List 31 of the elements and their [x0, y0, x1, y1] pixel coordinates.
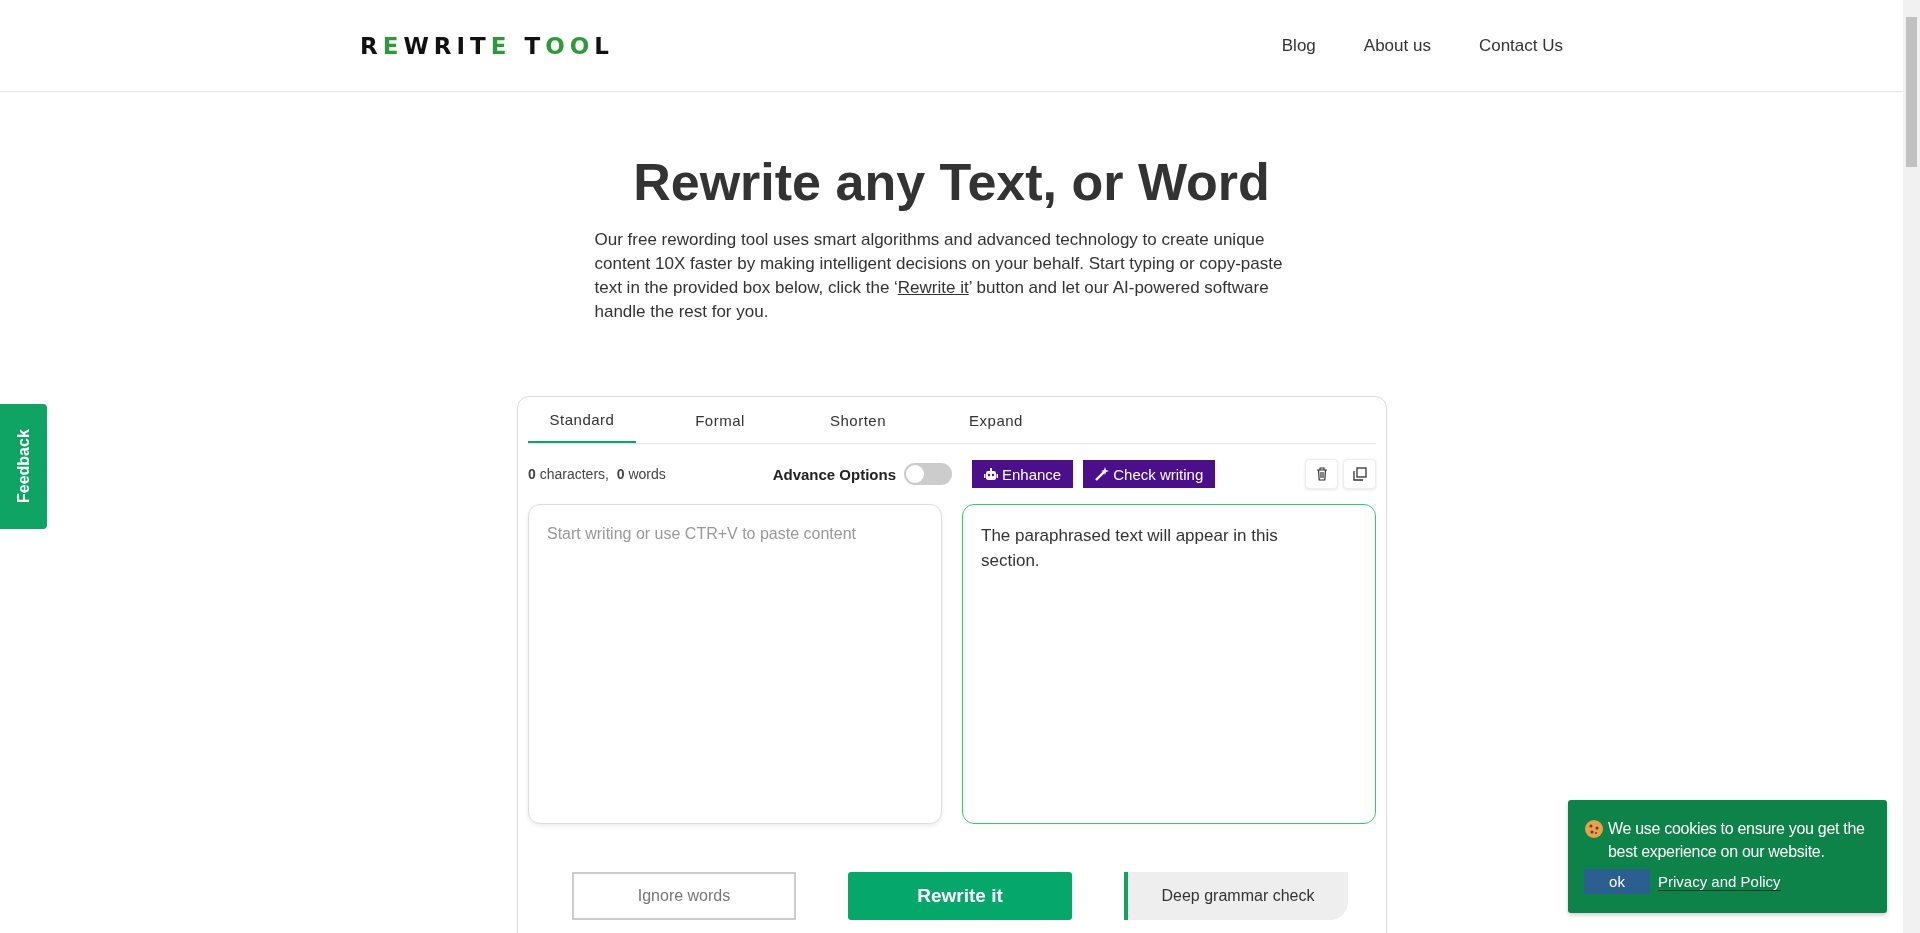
- ok-button[interactable]: ok: [1584, 869, 1650, 894]
- page-title: Rewrite any Text, or Word: [633, 152, 1270, 212]
- logo[interactable]: R E WRIT E T OO L: [360, 32, 614, 59]
- copy-button[interactable]: [1343, 459, 1376, 489]
- deep-grammar-check-button[interactable]: Deep grammar check: [1124, 872, 1348, 920]
- enhance-button[interactable]: Enhance: [972, 460, 1074, 488]
- copy-icon: [1352, 467, 1367, 481]
- magic-wand-icon: [1095, 467, 1110, 481]
- input-text-field[interactable]: Start writing or use CTR+V to paste content: [528, 504, 942, 824]
- advance-options-toggle[interactable]: [904, 463, 952, 485]
- rewrite-link[interactable]: Rewrite it: [897, 278, 969, 297]
- character-word-count: 0 characters, 0 words: [528, 466, 666, 482]
- advance-options-label: Advance Options: [772, 465, 896, 483]
- cookie-message: We use cookies to ensure you get the best experience on our website.: [1608, 819, 1866, 862]
- mode-tab[interactable]: Standard: [528, 397, 636, 443]
- nav-link[interactable]: Contact Us: [1478, 35, 1563, 56]
- ignore-words-button[interactable]: Ignore words: [572, 872, 796, 920]
- output-text: The paraphrased text will appear in this section.: [981, 526, 1278, 570]
- mode-tab[interactable]: Shorten: [804, 397, 912, 443]
- scrollbar[interactable]: [1903, 0, 1920, 933]
- cookie-icon: [1584, 819, 1604, 839]
- nav-link[interactable]: Blog: [1281, 35, 1316, 56]
- check-writing-button[interactable]: Check writing: [1083, 460, 1216, 488]
- delete-button[interactable]: [1305, 459, 1338, 489]
- trash-icon: [1315, 467, 1328, 481]
- mode-tab[interactable]: Formal: [666, 397, 774, 443]
- intro-paragraph: Our free rewording tool uses smart algorithms and advanced technology to create unique content 10X faster by making intelligent decisions on your behalf. Start typing or copy-paste text in the provided box below, click the ‘Rewrite it’ button and let our AI-powered software handle the rest for you.: [594, 229, 1284, 323]
- robot-icon: [984, 467, 998, 481]
- nav-link[interactable]: About us: [1363, 35, 1431, 56]
- privacy-policy-link[interactable]: Privacy and Policy: [1658, 872, 1781, 891]
- mode-tab[interactable]: Expand: [942, 397, 1050, 443]
